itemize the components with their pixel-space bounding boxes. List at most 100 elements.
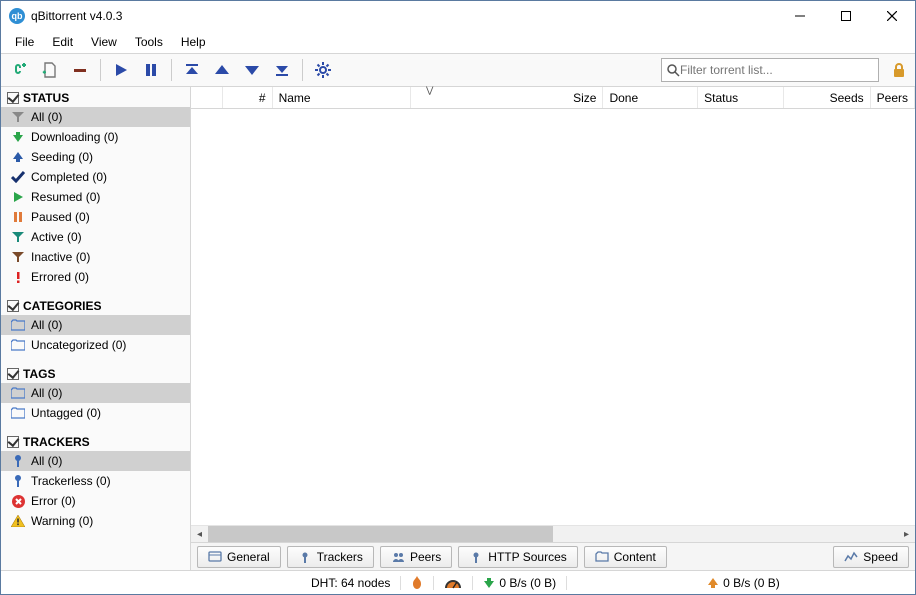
sidebar-item[interactable]: Active (0) [1,227,190,247]
column-peers[interactable]: Peers [871,87,915,108]
dht-label: DHT: 64 nodes [311,576,390,590]
status-firewall[interactable] [401,571,433,594]
toolbar [1,53,915,87]
status-bar: DHT: 64 nodes 0 B/s (0 B) 0 B/s (0 B) [1,570,915,594]
sidebar-item[interactable]: All (0) [1,383,190,403]
move-down-button[interactable] [239,57,265,83]
sidebar-item[interactable]: All (0) [1,315,190,335]
arrow-up-icon [707,577,719,589]
folder-blue-icon [11,339,25,351]
sidebar-item-label: Completed (0) [31,170,107,184]
status-dht[interactable]: DHT: 64 nodes [301,571,400,594]
sidebar-item[interactable]: Completed (0) [1,167,190,187]
sidebar-section-categories[interactable]: CATEGORIES [1,295,190,315]
tab-content[interactable]: Content [584,546,667,568]
sidebar-item[interactable]: All (0) [1,107,190,127]
sidebar-item[interactable]: Seeding (0) [1,147,190,167]
sidebar-item-label: All (0) [31,318,62,332]
tab-general[interactable]: General [197,546,281,568]
sidebar-item[interactable]: All (0) [1,451,190,471]
sidebar-section-trackers[interactable]: TRACKERS [1,431,190,451]
horizontal-scrollbar[interactable]: ◂ ▸ [191,525,915,542]
peers-icon [391,550,405,564]
sidebar-item-label: Downloading (0) [31,130,118,144]
tab-label: Trackers [317,550,363,564]
pin-blue-icon [11,474,25,488]
sidebar-item[interactable]: Errored (0) [1,267,190,287]
menu-tools[interactable]: Tools [127,33,171,51]
scroll-thumb[interactable] [208,526,553,542]
play-green-icon [11,191,25,203]
column-name[interactable]: Name [273,87,411,108]
menu-file[interactable]: File [7,33,42,51]
settings-button[interactable] [310,57,336,83]
status-download[interactable]: 0 B/s (0 B) [473,571,566,594]
column-size[interactable]: Size [411,87,603,108]
column-spacer[interactable] [191,87,223,108]
remove-button[interactable] [67,57,93,83]
scroll-track[interactable] [208,526,898,542]
sidebar-item-label: Untagged (0) [31,406,101,420]
menu-help[interactable]: Help [173,33,214,51]
tab-speed[interactable]: Speed [833,546,909,568]
folder-blue-icon [11,407,25,419]
http-icon [469,550,483,564]
sidebar-item[interactable]: Error (0) [1,491,190,511]
sidebar-item-label: Paused (0) [31,210,90,224]
column-number[interactable]: # [223,87,272,108]
scroll-left-arrow[interactable]: ◂ [191,526,208,543]
section-title: TAGS [23,367,55,381]
pause-orange-icon [11,211,25,223]
sidebar-item[interactable]: Uncategorized (0) [1,335,190,355]
menu-view[interactable]: View [83,33,125,51]
sidebar-item[interactable]: Paused (0) [1,207,190,227]
move-top-button[interactable] [179,57,205,83]
sidebar-section-status[interactable]: STATUS [1,87,190,107]
minimize-button[interactable] [777,1,823,31]
sidebar-item-label: All (0) [31,454,62,468]
sidebar-item[interactable]: Inactive (0) [1,247,190,267]
status-alt-speed[interactable] [434,571,472,594]
sidebar-item-label: Seeding (0) [31,150,93,164]
checkbox-icon [7,300,19,312]
tab-peers[interactable]: Peers [380,546,452,568]
close-button[interactable] [869,1,915,31]
filter-torrent-search[interactable] [661,58,879,82]
status-upload[interactable]: 0 B/s (0 B) [697,571,790,594]
lock-button[interactable] [889,62,909,78]
maximize-button[interactable] [823,1,869,31]
sidebar-item[interactable]: Trackerless (0) [1,471,190,491]
sidebar-item-label: All (0) [31,386,62,400]
main-pane: ⋁ # Name Size Done Status Seeds Peers ◂ … [191,87,915,570]
sidebar-section-tags[interactable]: TAGS [1,363,190,383]
sidebar-item-label: Errored (0) [31,270,89,284]
sidebar-item[interactable]: Warning (0) [1,511,190,531]
sidebar-item[interactable]: Resumed (0) [1,187,190,207]
resume-button[interactable] [108,57,134,83]
sidebar-item[interactable]: Untagged (0) [1,403,190,423]
tab-label: Peers [410,550,441,564]
column-done[interactable]: Done [603,87,698,108]
gauge-icon [444,577,462,589]
tab-trackers[interactable]: Trackers [287,546,374,568]
window-title: qBittorrent v4.0.3 [31,9,777,23]
scroll-right-arrow[interactable]: ▸ [898,526,915,543]
column-status[interactable]: Status [698,87,784,108]
funnel-grey-icon [11,111,25,123]
table-body[interactable] [191,109,915,525]
pause-button[interactable] [138,57,164,83]
title-bar: qb qBittorrent v4.0.3 [1,1,915,31]
check-navy-icon [11,171,25,183]
move-up-button[interactable] [209,57,235,83]
funnel-brown-icon [11,251,25,263]
column-seeds[interactable]: Seeds [784,87,870,108]
move-bottom-button[interactable] [269,57,295,83]
filter-input[interactable] [680,63,874,77]
add-file-button[interactable] [37,57,63,83]
toolbar-separator [171,59,172,81]
sidebar-item[interactable]: Downloading (0) [1,127,190,147]
sidebar-item-label: Trackerless (0) [31,474,111,488]
add-link-button[interactable] [7,57,33,83]
menu-edit[interactable]: Edit [44,33,81,51]
tab-http-sources[interactable]: HTTP Sources [458,546,577,568]
